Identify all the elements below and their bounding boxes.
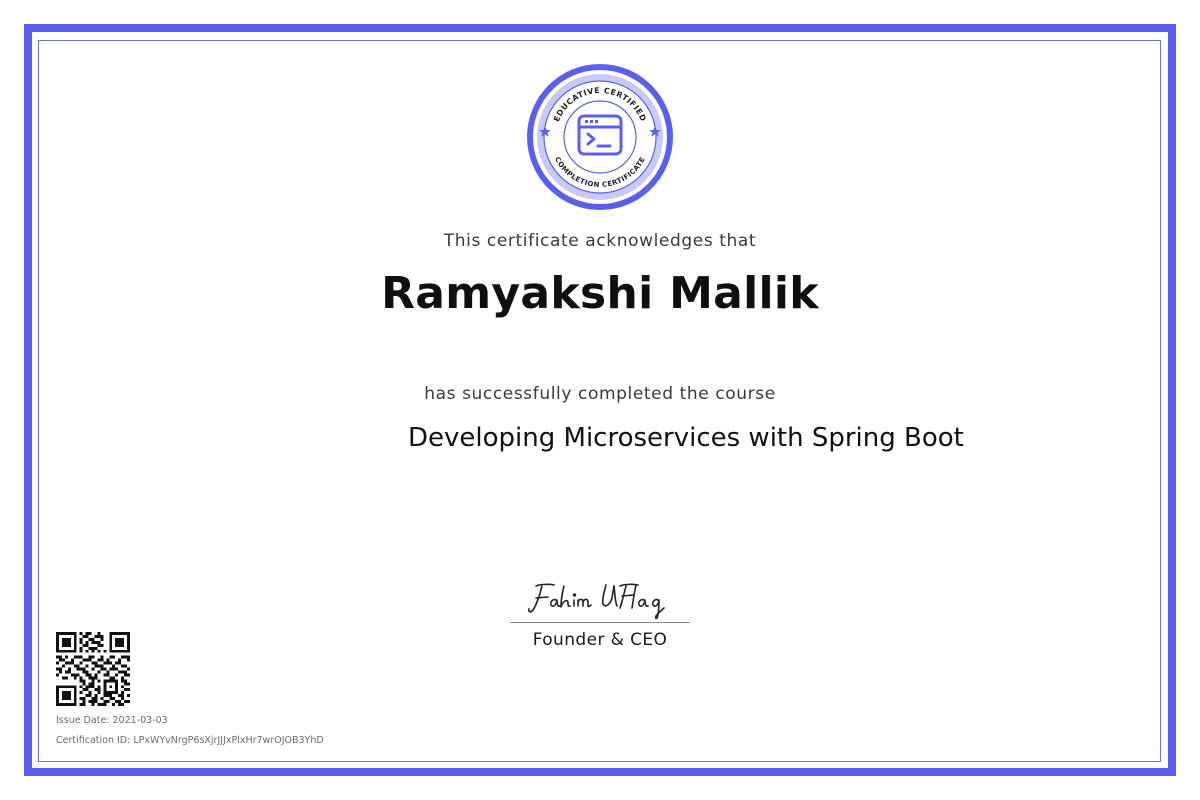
recipient-name: Ramyakshi Mallik <box>381 268 819 319</box>
certification-id: Certification ID: LPxWYvNrgP6sXjrJJJxPlx… <box>56 735 324 746</box>
completion-text: has successfully completed the course <box>424 384 776 404</box>
certified-badge: EDUCATIVE CERTIFIED COMPLETION CERTIFICA… <box>527 64 673 210</box>
acknowledgement-text: This certificate acknowledges that <box>443 231 757 251</box>
signature-image <box>528 583 665 620</box>
signature-line <box>510 622 690 623</box>
course-title: Developing Microservices with Spring Boo… <box>408 423 964 453</box>
issue-date: Issue Date: 2021-03-03 <box>56 715 168 726</box>
signatory-title: Founder & CEO <box>532 630 668 650</box>
qr-code[interactable] <box>56 632 130 706</box>
